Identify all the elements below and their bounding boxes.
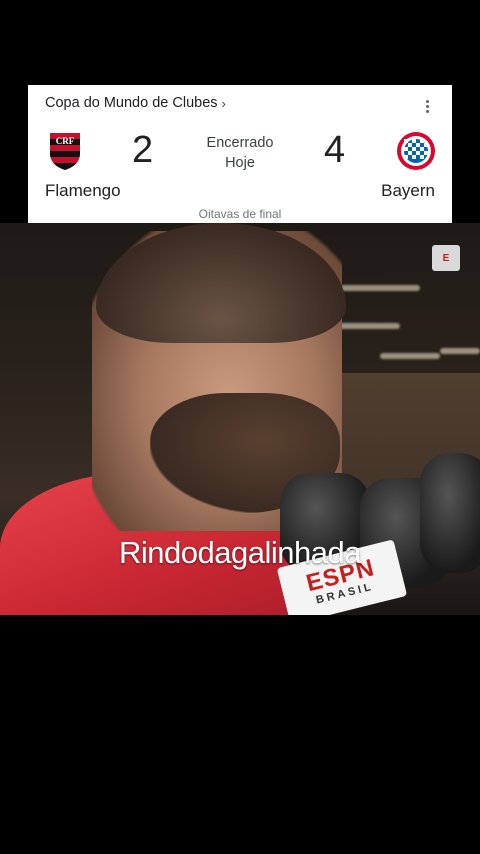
svg-text:CRF: CRF (56, 136, 75, 146)
match-date: Hoje (225, 155, 255, 171)
more-vert-icon[interactable] (418, 95, 436, 117)
bayern-crest-icon (397, 132, 435, 170)
home-team-name[interactable]: Flamengo (45, 181, 121, 201)
round-label: Oitavas de final (198, 207, 282, 221)
competition-title: Copa do Mundo de Clubes (45, 95, 218, 111)
home-score: 2 (132, 129, 154, 171)
video-caption: Rindodagalinhada (119, 535, 361, 570)
channel-logo: E (432, 245, 460, 271)
flamengo-crest-icon: CRF (50, 133, 80, 170)
status-text: Encerrado (206, 135, 274, 151)
screen: Copa do Mundo de Clubes › CRF 2 Encerrad… (0, 0, 480, 854)
match-score-card[interactable]: Copa do Mundo de Clubes › CRF 2 Encerrad… (28, 85, 452, 223)
competition-link[interactable]: Copa do Mundo de Clubes › (45, 95, 226, 111)
away-score: 4 (324, 129, 346, 171)
away-team-name[interactable]: Bayern (381, 181, 435, 201)
match-status: Encerrado Hoje (190, 133, 290, 173)
chevron-right-icon: › (221, 95, 226, 111)
